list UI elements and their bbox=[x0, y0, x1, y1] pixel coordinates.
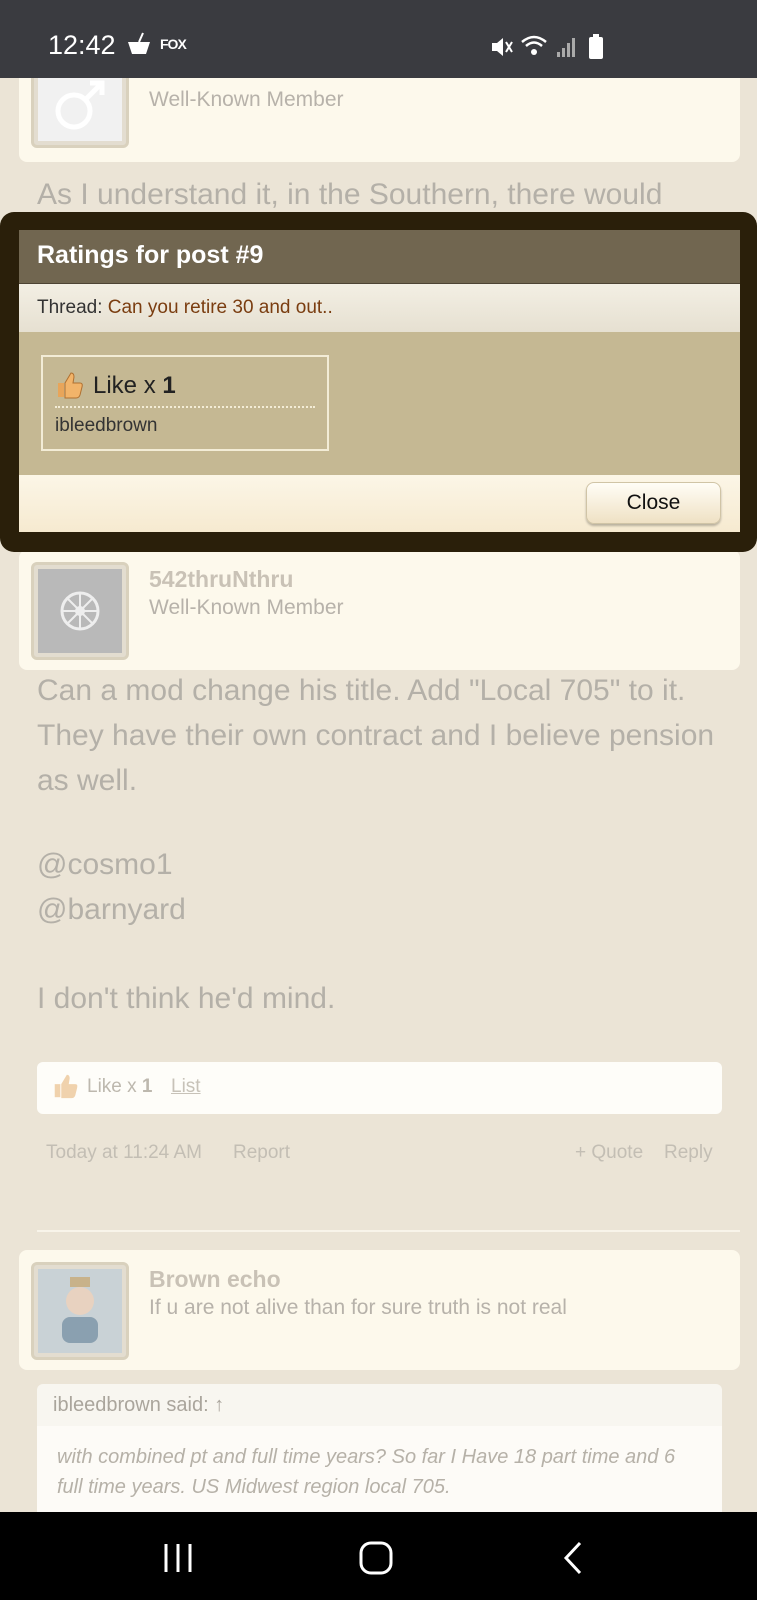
recent-apps-icon bbox=[164, 1544, 192, 1572]
username[interactable]: 542thruNthru bbox=[149, 566, 293, 593]
thumbs-up-icon bbox=[55, 370, 85, 400]
likes-text: Like x 1 bbox=[87, 1076, 153, 1097]
post-user-card: 542thruNthru Well-Known Member bbox=[19, 550, 740, 670]
post-divider bbox=[37, 1230, 740, 1232]
recent-apps-button[interactable] bbox=[162, 1542, 194, 1579]
close-button[interactable]: Close bbox=[586, 482, 721, 524]
thread-label: Thread: Can you retire 30 and out.. bbox=[37, 297, 333, 318]
report-link[interactable]: Report bbox=[233, 1142, 290, 1164]
male-symbol-icon bbox=[55, 80, 105, 130]
baby-photo-icon bbox=[62, 1277, 98, 1343]
user-title: Well-Known Member bbox=[149, 88, 344, 111]
fox-sports-icon: FOX bbox=[160, 36, 187, 52]
status-bar: 12:42 FOX bbox=[0, 0, 757, 78]
post-text-partial: As I understand it, in the Southern, the… bbox=[37, 178, 663, 211]
home-icon bbox=[359, 1541, 393, 1575]
avatar[interactable] bbox=[31, 78, 129, 148]
status-time: 12:42 bbox=[48, 30, 116, 60]
rating-group-like: Like x 1 ibleedbrown bbox=[41, 355, 329, 451]
signal-icon bbox=[556, 36, 578, 64]
likes-summary: Like x 1 List bbox=[37, 1062, 722, 1114]
thread-link[interactable]: Can you retire 30 and out.. bbox=[108, 297, 333, 318]
user-title: If u are not alive than for sure truth i… bbox=[149, 1296, 567, 1319]
dialog-thread-row: Thread: Can you retire 30 and out.. bbox=[19, 283, 740, 332]
dialog-footer: Close bbox=[19, 475, 740, 532]
user-title: Well-Known Member bbox=[149, 596, 344, 619]
avatar[interactable] bbox=[31, 1262, 129, 1360]
rating-head: Like x 1 bbox=[55, 368, 315, 408]
teamsters-logo-icon bbox=[60, 591, 100, 631]
mention-barnyard[interactable]: @barnyard bbox=[37, 887, 186, 932]
quote-link[interactable]: + Quote bbox=[575, 1142, 643, 1164]
nav-bar bbox=[0, 1512, 757, 1600]
dialog-title-bar: Ratings for post #9 bbox=[19, 230, 740, 283]
back-icon bbox=[563, 1541, 582, 1575]
drink-icon bbox=[126, 32, 152, 62]
reply-link[interactable]: Reply bbox=[664, 1142, 713, 1164]
thumbs-up-icon bbox=[51, 1072, 79, 1107]
quote-text: with combined pt and full time years? So… bbox=[37, 1426, 722, 1512]
mute-icon bbox=[490, 36, 514, 64]
post-timestamp[interactable]: Today at 11:24 AM bbox=[46, 1142, 202, 1164]
avatar[interactable] bbox=[31, 562, 129, 660]
likes-list-link[interactable]: List bbox=[171, 1076, 201, 1098]
post-paragraph: Can a mod change his title. Add "Local 7… bbox=[37, 674, 715, 797]
mention-cosmo1[interactable]: @cosmo1 bbox=[37, 842, 173, 887]
wifi-icon bbox=[520, 34, 548, 64]
rater-username[interactable]: ibleedbrown bbox=[55, 415, 157, 437]
dialog-title: Ratings for post #9 bbox=[37, 241, 264, 269]
rating-label: Like x 1 bbox=[93, 372, 176, 399]
quote-attribution[interactable]: ibleedbrown said: ↑ bbox=[37, 1384, 722, 1426]
prev-user-card: Well-Known Member bbox=[19, 78, 740, 162]
username[interactable]: Brown echo bbox=[149, 1266, 281, 1293]
dialog-body: Like x 1 ibleedbrown bbox=[19, 332, 740, 475]
next-user-card: Brown echo If u are not alive than for s… bbox=[19, 1250, 740, 1370]
back-button[interactable] bbox=[562, 1540, 584, 1581]
battery-icon bbox=[588, 34, 604, 66]
ratings-dialog: Ratings for post #9 Thread: Can you reti… bbox=[0, 212, 757, 552]
post-paragraph: I don't think he'd mind. bbox=[37, 982, 336, 1015]
home-button[interactable] bbox=[358, 1540, 394, 1581]
